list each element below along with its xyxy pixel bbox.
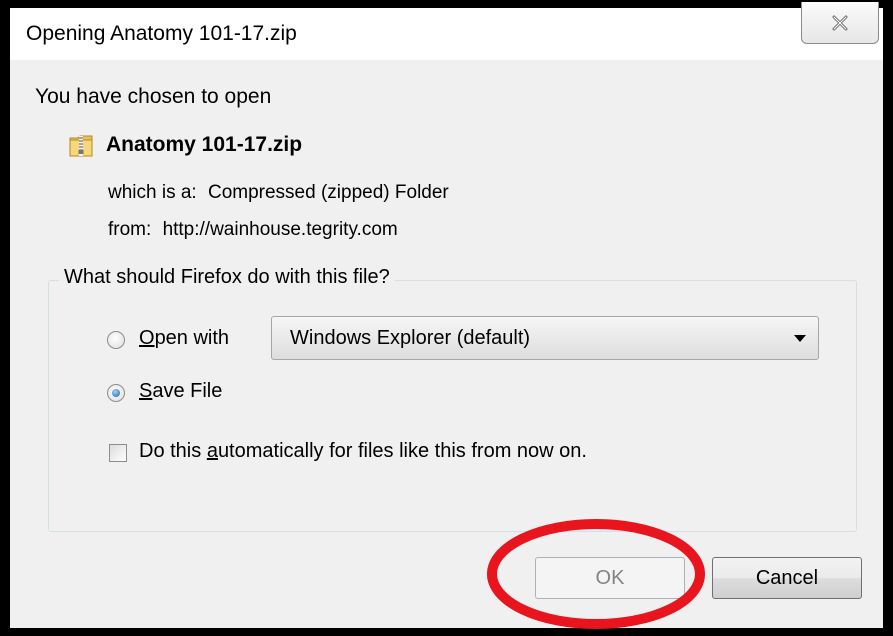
dialog-body: You have chosen to open Anatomy 101-17.z… <box>10 60 883 628</box>
zip-folder-icon <box>69 135 93 157</box>
group-label: What should Firefox do with this file? <box>59 266 395 289</box>
file-source-row: from: http://wainhouse.tegrity.com <box>108 219 398 241</box>
file-name: Anatomy 101-17.zip <box>106 133 303 156</box>
open-with-select-value: Windows Explorer (default) <box>290 327 531 349</box>
close-icon <box>832 15 848 30</box>
file-type-row: which is a: Compressed (zipped) Folder <box>108 182 449 204</box>
auto-checkbox-label[interactable]: Do this automatically for files like thi… <box>139 440 587 463</box>
dialog-titlebar: Opening Anatomy 101-17.zip <box>10 2 883 60</box>
open-with-label[interactable]: Open with <box>139 327 229 350</box>
file-source-value: http://wainhouse.tegrity.com <box>162 219 398 240</box>
open-with-select[interactable]: Windows Explorer (default) <box>271 316 819 360</box>
dialog-title: Opening Anatomy 101-17.zip <box>26 22 297 45</box>
auto-checkbox[interactable] <box>109 444 127 462</box>
file-type-label: which is a: <box>108 182 197 203</box>
close-button[interactable] <box>801 2 879 44</box>
file-source-label: from: <box>108 219 152 240</box>
open-with-radio[interactable] <box>107 331 125 349</box>
file-row: Anatomy 101-17.zip <box>68 130 302 160</box>
save-file-radio[interactable] <box>107 384 125 402</box>
annotation-circle <box>487 519 705 629</box>
screen-border-right <box>883 0 893 636</box>
action-groupbox: What should Firefox do with this file? O… <box>48 266 857 532</box>
save-file-label[interactable]: Save File <box>139 380 222 403</box>
chosen-text: You have chosen to open <box>35 85 272 108</box>
screen-border-top <box>0 0 893 8</box>
file-type-value: Compressed (zipped) Folder <box>207 182 449 203</box>
cancel-button[interactable]: Cancel <box>712 557 862 599</box>
screen-border-bottom <box>0 628 893 636</box>
chevron-down-icon <box>794 335 806 342</box>
screen-border-left <box>0 0 10 636</box>
